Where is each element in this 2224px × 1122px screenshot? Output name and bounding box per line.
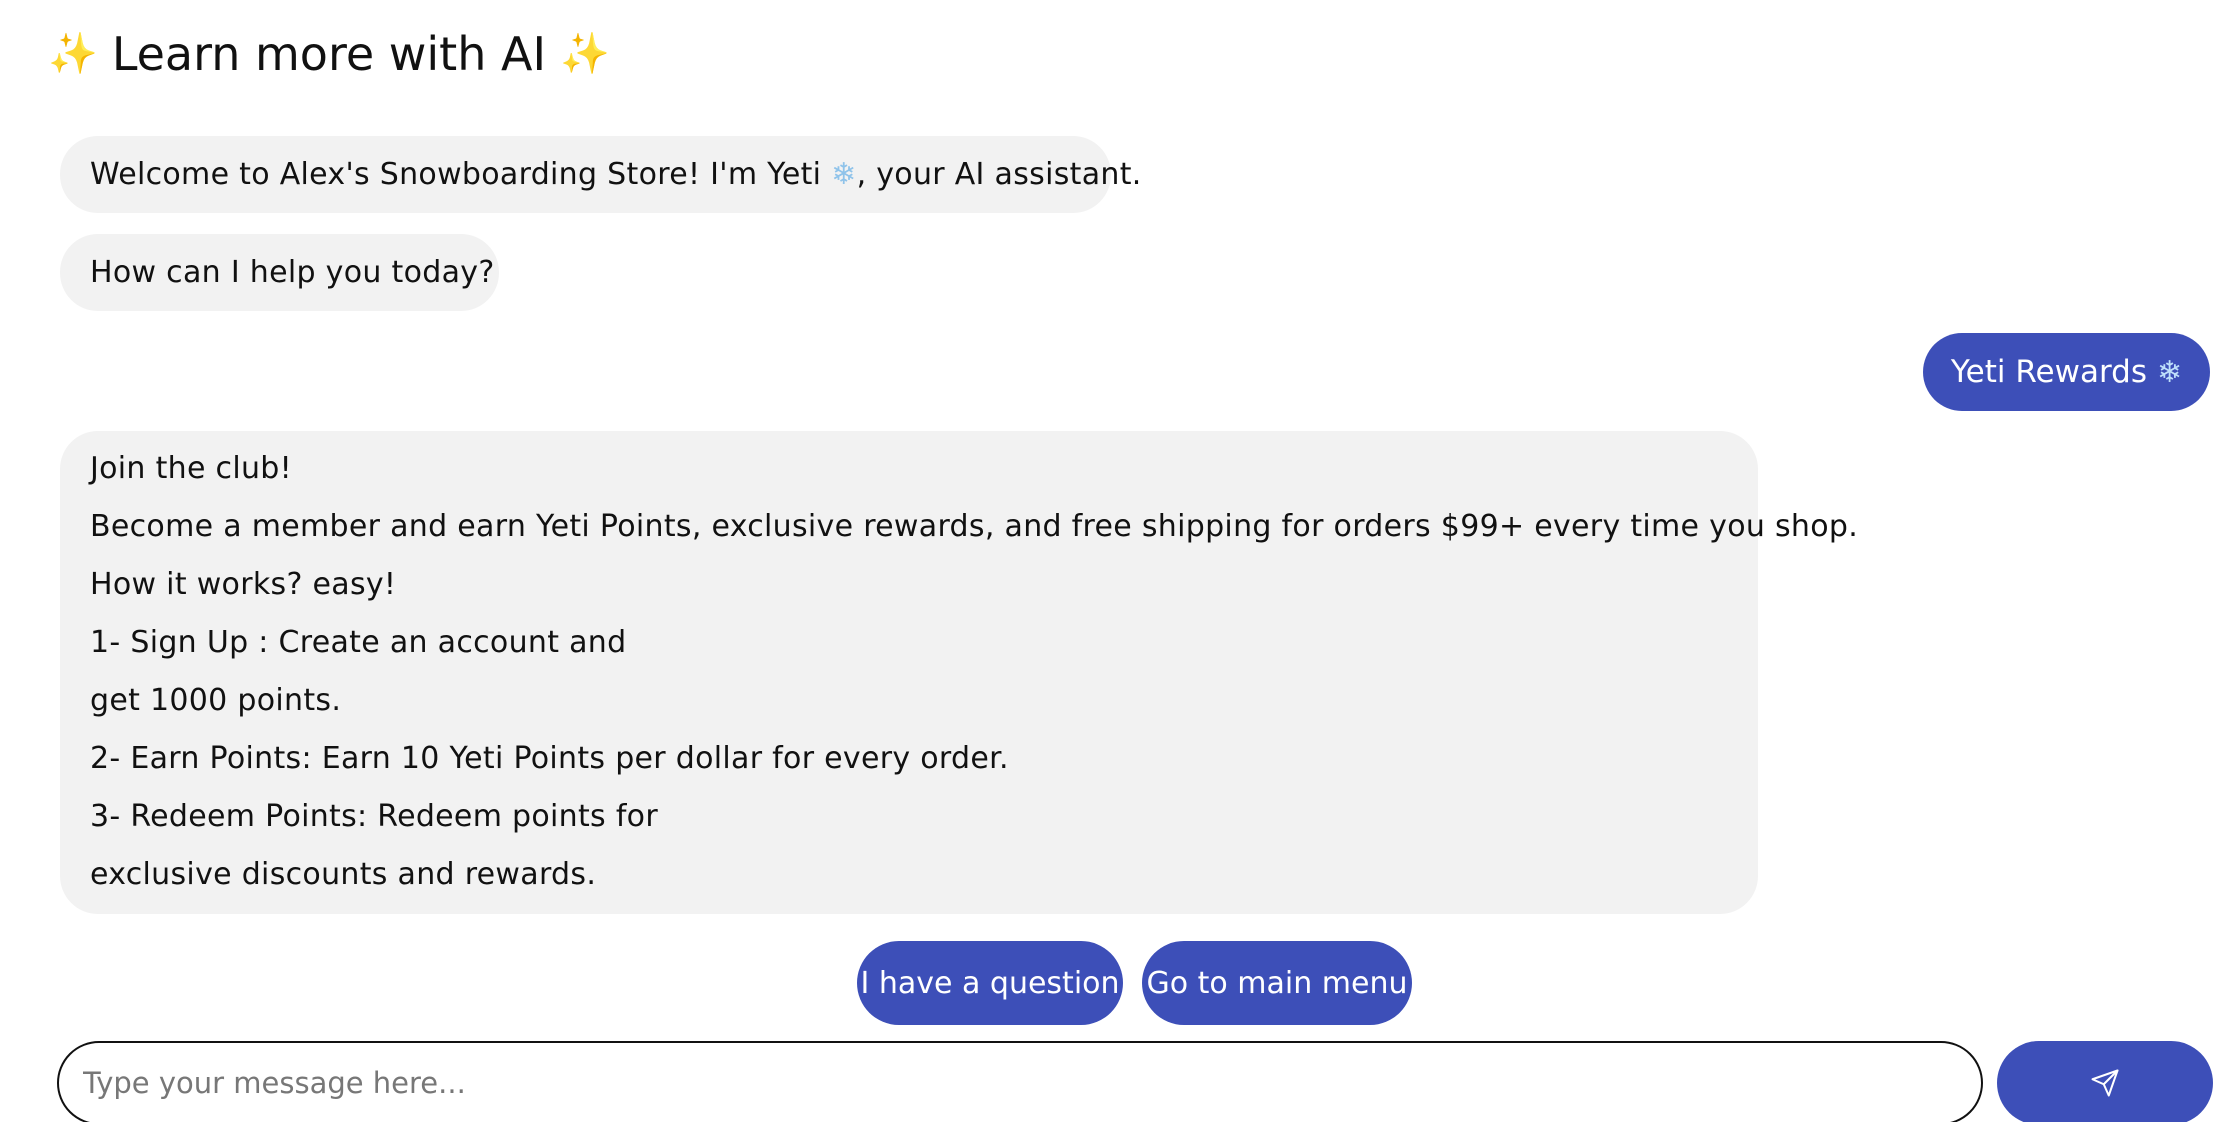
bot-message-welcome-text: Welcome to Alex's Snowboarding Store! I'… (90, 136, 1141, 213)
snowflake-icon: ❄ (2156, 354, 2183, 390)
chat-title: Learn more with AI (111, 27, 547, 81)
bot-message-help: How can I help you today? (60, 234, 499, 311)
user-message-yeti-rewards: Yeti Rewards ❄ (1923, 333, 2210, 411)
snowflake-icon: ❄ (831, 157, 857, 192)
welcome-text-start: Welcome to Alex's Snowboarding Store! I'… (90, 157, 832, 192)
quick-reply-main-menu-button[interactable]: Go to main menu (1142, 941, 1412, 1025)
chat-header: ✨ Learn more with AI ✨ (48, 22, 610, 86)
sparkle-icon-left: ✨ (48, 31, 98, 77)
message-input-container (57, 1041, 1983, 1122)
welcome-text-end: , your AI assistant. (856, 157, 1142, 192)
bot-message-rewards: Join the club! Become a member and earn … (60, 431, 1859, 914)
bot-message-help-text: How can I help you today? (90, 255, 495, 290)
rewards-line: Become a member and earn Yeti Points, ex… (90, 509, 1859, 544)
rewards-line: How it works? easy! (90, 567, 397, 602)
message-input[interactable] (81, 1065, 1981, 1101)
rewards-line: 2- Earn Points: Earn 10 Yeti Points per … (90, 741, 1009, 776)
sparkle-icon-right: ✨ (560, 31, 610, 77)
rewards-line: 1- Sign Up : Create an account and (90, 625, 627, 660)
rewards-line: exclusive discounts and rewards. (90, 857, 597, 892)
chat-page: ✨ Learn more with AI ✨ Welcome to Alex's… (0, 0, 2224, 1122)
quick-reply-question-button[interactable]: I have a question (857, 941, 1123, 1025)
rewards-line: Join the club! (90, 451, 292, 486)
rewards-line: get 1000 points. (90, 683, 342, 718)
bot-message-welcome: Welcome to Alex's Snowboarding Store! I'… (60, 136, 1141, 213)
send-button[interactable] (1997, 1041, 2213, 1122)
rewards-line: 3- Redeem Points: Redeem points for (90, 799, 658, 834)
user-message-label: Yeti Rewards (1950, 354, 2147, 390)
send-icon (2091, 1069, 2119, 1097)
